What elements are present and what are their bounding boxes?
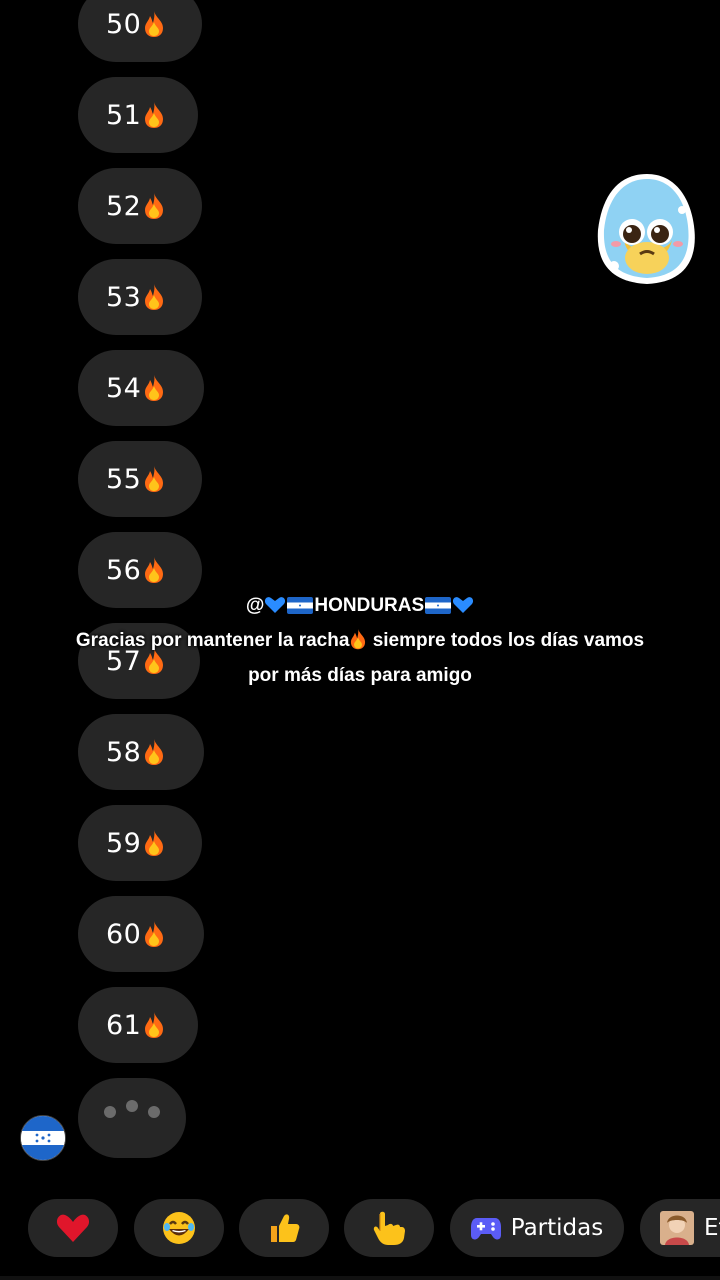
fire-icon [143, 738, 165, 766]
message-bubble[interactable]: 50 [78, 0, 202, 62]
message-bubble[interactable]: 60 [78, 896, 204, 972]
chat-screen: 50 51 52 53 54 55 56 57 58 59 60 61 @ HO… [0, 0, 720, 1280]
blue-heart-icon [265, 597, 286, 613]
thumbs-up-icon [271, 1214, 300, 1242]
message-bubble[interactable]: 53 [78, 259, 202, 335]
blue-heart-icon [453, 597, 474, 613]
reaction-point-button[interactable] [344, 1199, 434, 1257]
typing-dot [126, 1100, 138, 1112]
caption-text-b: siempre todos los días vamos [367, 630, 645, 651]
honduras-flag-icon [425, 597, 452, 614]
games-label: Partidas [510, 1215, 604, 1241]
message-number: 56 [106, 554, 142, 586]
caption-line-thanks: Gracias por mantener la racha siempre to… [60, 623, 660, 658]
fire-icon [143, 374, 165, 402]
games-button[interactable]: Partidas [450, 1199, 624, 1257]
laughing-face-icon [163, 1212, 195, 1244]
reaction-heart-button[interactable] [28, 1199, 118, 1257]
mention-prefix: @ [245, 595, 265, 616]
message-bubble[interactable]: 61 [78, 987, 198, 1063]
quick-reactions-bar: Partidas Ef [0, 1199, 720, 1257]
fire-icon [351, 628, 366, 650]
message-number: 51 [106, 99, 142, 131]
fire-icon [143, 10, 165, 38]
sender-avatar[interactable] [20, 1115, 66, 1161]
typing-dot [104, 1106, 116, 1118]
message-number: 58 [106, 736, 142, 768]
typing-indicator [78, 1078, 186, 1158]
reaction-thumbs-up-button[interactable] [239, 1199, 329, 1257]
message-number: 55 [106, 463, 142, 495]
home-indicator [0, 1276, 720, 1280]
fire-icon [143, 556, 165, 584]
fire-icon [143, 1011, 165, 1039]
heart-icon [56, 1214, 90, 1242]
game-controller-icon [470, 1218, 501, 1240]
caption-line-mention: @ HONDURAS [60, 588, 660, 623]
fire-icon [143, 920, 165, 948]
message-number: 54 [106, 372, 142, 404]
message-bubble[interactable]: 52 [78, 168, 202, 244]
sticker-crying-blob[interactable] [594, 170, 700, 288]
fire-icon [143, 283, 165, 311]
effects-label: Ef [704, 1215, 720, 1241]
message-bubble[interactable]: 54 [78, 350, 204, 426]
caption-overlay: @ HONDURAS Gracias por mantener la racha … [60, 588, 660, 693]
reaction-laugh-button[interactable] [134, 1199, 224, 1257]
pointing-hand-icon [373, 1211, 405, 1245]
effects-button[interactable]: Ef [640, 1199, 720, 1257]
fire-icon [143, 829, 165, 857]
honduras-flag-icon [21, 1116, 65, 1160]
message-bubble[interactable]: 58 [78, 714, 204, 790]
message-bubble[interactable]: 55 [78, 441, 202, 517]
crying-blob-sticker-icon [597, 174, 695, 284]
message-bubble[interactable]: 59 [78, 805, 202, 881]
typing-dot [148, 1106, 160, 1118]
fire-icon [143, 192, 165, 220]
message-number: 50 [106, 8, 142, 40]
honduras-flag-icon [287, 597, 314, 614]
caption-text-a: Gracias por mantener la racha [75, 630, 350, 651]
message-number: 61 [106, 1009, 142, 1041]
message-number: 52 [106, 190, 142, 222]
fire-icon [143, 465, 165, 493]
message-bubble[interactable]: 51 [78, 77, 198, 153]
message-number: 59 [106, 827, 142, 859]
mention-name: HONDURAS [314, 595, 425, 616]
photo-thumbnail-icon [660, 1211, 694, 1245]
message-number: 60 [106, 918, 142, 950]
fire-icon [143, 101, 165, 129]
message-number: 53 [106, 281, 142, 313]
caption-line-days: por más días para amigo [248, 665, 472, 686]
